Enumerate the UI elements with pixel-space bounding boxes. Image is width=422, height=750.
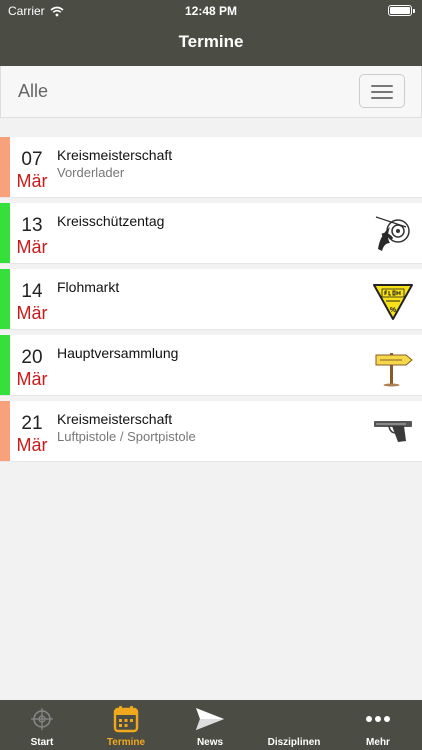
event-title: Flohmarkt bbox=[57, 279, 120, 295]
hamburger-line bbox=[371, 91, 393, 93]
tab-bar: Start Termine News Disziplinen Mehr bbox=[0, 700, 422, 750]
tab-mehr[interactable]: Mehr bbox=[336, 700, 420, 750]
shooting-target-icon bbox=[375, 216, 410, 251]
category-color-bar bbox=[0, 269, 10, 329]
event-title: Kreismeisterschaft bbox=[57, 147, 173, 163]
battery-icon bbox=[388, 5, 415, 16]
signpost-icon bbox=[375, 353, 413, 387]
list-item[interactable]: 20 Mär Hauptversammlung bbox=[0, 335, 422, 396]
event-month: Mär bbox=[16, 435, 48, 455]
hamburger-line bbox=[371, 97, 393, 99]
pistol-icon bbox=[374, 421, 412, 442]
svg-text:%: % bbox=[390, 307, 397, 314]
event-list: 07 Mär Kreismeisterschaft Vorderlader 13… bbox=[0, 137, 422, 467]
event-title: Kreisschützentag bbox=[57, 213, 165, 229]
hamburger-icon bbox=[371, 85, 393, 87]
event-title: Kreismeisterschaft bbox=[57, 411, 173, 427]
page-title: Termine bbox=[178, 32, 244, 51]
filter-selected-label[interactable]: Alle bbox=[18, 81, 48, 102]
filter-menu-button[interactable] bbox=[359, 74, 405, 108]
list-item[interactable]: 07 Mär Kreismeisterschaft Vorderlader bbox=[0, 137, 422, 198]
event-title: Hauptversammlung bbox=[57, 345, 179, 361]
tab-label: Termine bbox=[106, 737, 146, 748]
tab-label: Disziplinen bbox=[267, 737, 321, 748]
flea-market-sign-icon: % bbox=[373, 284, 413, 320]
tab-label: News bbox=[196, 737, 224, 748]
paper-plane-icon bbox=[196, 708, 224, 730]
event-month: Mär bbox=[16, 369, 48, 389]
filter-bar: Alle bbox=[0, 66, 422, 118]
crosshair-icon bbox=[31, 708, 53, 730]
tab-termine[interactable]: Termine bbox=[84, 700, 168, 750]
header: Carrier 12:48 PM Termine bbox=[0, 0, 422, 66]
event-day: 20 bbox=[21, 347, 43, 368]
tab-label: Mehr bbox=[366, 737, 390, 748]
event-day: 14 bbox=[21, 281, 43, 302]
list-item[interactable]: 21 Mär Kreismeisterschaft Luftpistole / … bbox=[0, 401, 422, 462]
calendar-icon bbox=[113, 706, 139, 733]
event-day: 07 bbox=[21, 149, 43, 170]
category-color-bar bbox=[0, 203, 10, 263]
tab-start[interactable]: Start bbox=[0, 700, 84, 750]
event-subtitle: Luftpistole / Sportpistole bbox=[57, 429, 196, 444]
event-day: 21 bbox=[21, 413, 43, 434]
status-time: 12:48 PM bbox=[184, 4, 238, 18]
tab-label: Start bbox=[30, 737, 54, 748]
event-month: Mär bbox=[16, 303, 48, 323]
list-item[interactable]: 13 Mär Kreisschützentag bbox=[0, 203, 422, 264]
category-color-bar bbox=[0, 335, 10, 395]
category-color-bar bbox=[0, 401, 10, 461]
rifle-icon bbox=[279, 717, 309, 719]
more-dots-icon bbox=[366, 716, 390, 722]
tab-disziplinen[interactable]: Disziplinen bbox=[252, 700, 336, 750]
event-day: 13 bbox=[21, 215, 43, 236]
event-month: Mär bbox=[16, 237, 48, 257]
status-bar: Carrier 12:48 PM bbox=[0, 0, 422, 22]
list-item[interactable]: 14 Mär Flohmarkt % bbox=[0, 269, 422, 330]
category-color-bar bbox=[0, 137, 10, 197]
event-subtitle: Vorderlader bbox=[57, 165, 125, 180]
tab-news[interactable]: News bbox=[168, 700, 252, 750]
event-month: Mär bbox=[16, 171, 48, 191]
